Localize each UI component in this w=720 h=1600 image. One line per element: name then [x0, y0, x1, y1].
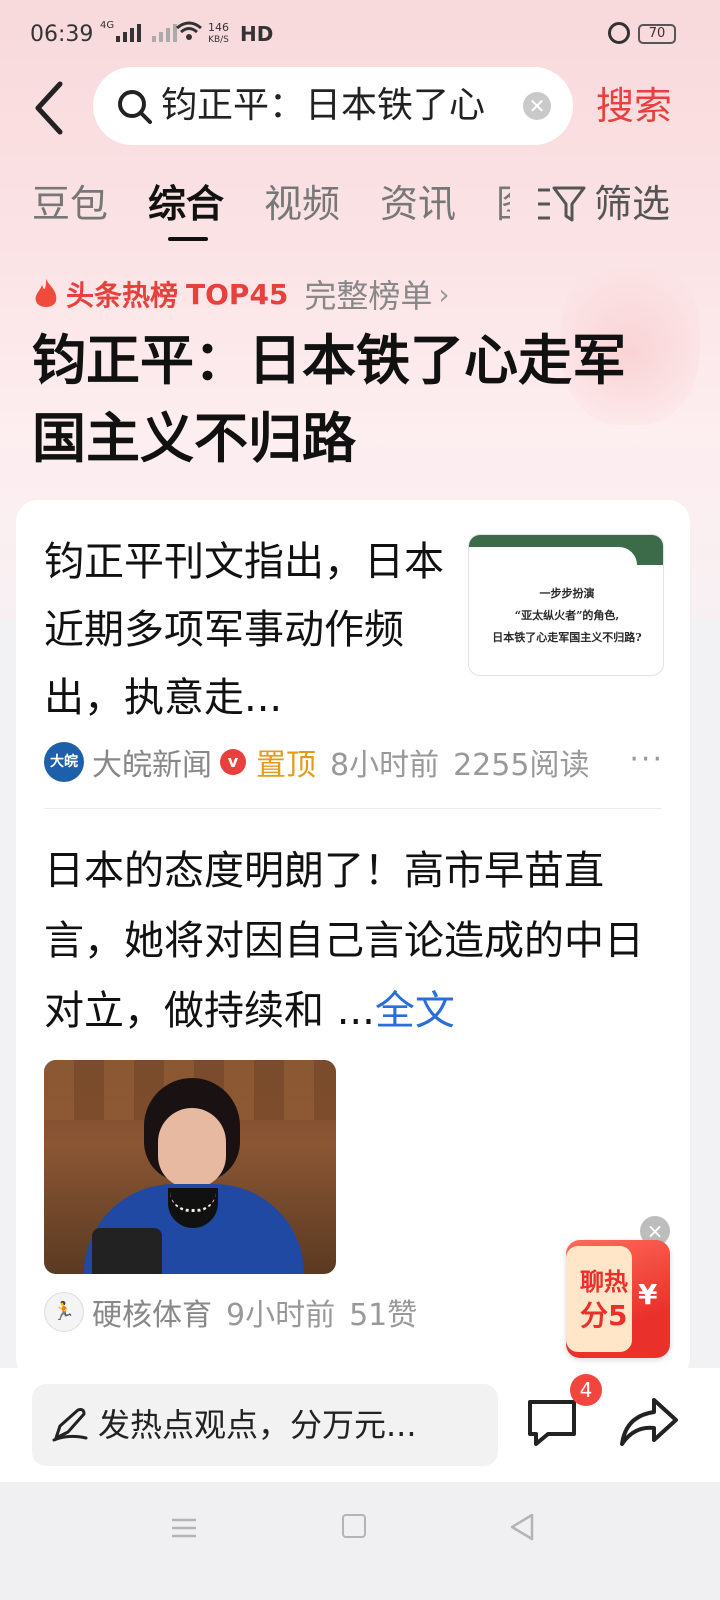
system-nav-bar: [0, 1482, 720, 1600]
search-box[interactable]: 钧正平：日本铁了心 ✕: [93, 67, 573, 145]
category-tabs: 豆包 综合 视频 资讯 图 筛选: [0, 170, 720, 250]
share-icon[interactable]: [618, 1394, 680, 1450]
bottom-action-bar: 发热点观点，分万元...: [0, 1368, 720, 1482]
article-text: 日本的态度明朗了！高市早苗直言，她将对因自己言论造成的中日对立，做持续和 ...: [44, 848, 644, 1034]
active-tab-indicator: [168, 237, 208, 241]
more-options-icon[interactable]: ···: [629, 742, 664, 777]
article-meta: 🏃 硬核体育 9小时前 51赞: [44, 1290, 417, 1334]
back-button[interactable]: [30, 78, 80, 138]
article-title[interactable]: 钧正平刊文指出，日本近期多项军事动作频出，执意走...: [44, 528, 444, 732]
source-name[interactable]: 大皖新闻: [92, 740, 212, 784]
back-arrow-icon: [35, 81, 63, 135]
search-button[interactable]: 搜索: [596, 80, 672, 132]
filter-icon: [538, 186, 586, 222]
image-person-face: [158, 1108, 226, 1188]
yen-icon: ¥: [638, 1278, 658, 1311]
divider: [44, 808, 662, 809]
comment-placeholder: 发热点观点，分万元...: [98, 1406, 417, 1444]
clear-search-icon[interactable]: ✕: [523, 92, 551, 120]
speed-value: 146: [208, 21, 229, 34]
speed-unit: KB/S: [208, 35, 229, 45]
hot-rank-row[interactable]: 头条热榜 TOP45 完整榜单 ›: [32, 271, 450, 317]
network-speed: 146 KB/S: [208, 22, 229, 46]
search-icon: [118, 90, 152, 124]
nav-back-icon[interactable]: [508, 1512, 536, 1542]
like-count: 51赞: [349, 1298, 418, 1333]
home-icon[interactable]: [342, 1514, 366, 1538]
read-full-link[interactable]: 全文: [375, 988, 455, 1034]
thumbnail-text-line: “亚太纵火者”的角色,: [514, 609, 620, 622]
full-list-link[interactable]: 完整榜单: [304, 271, 432, 317]
float-line1: 聊热: [580, 1268, 628, 1296]
tab-comprehensive[interactable]: 综合: [148, 178, 224, 230]
topic-title: 钧正平：日本铁了心走军国主义不归路: [32, 329, 626, 470]
article-thumbnail[interactable]: 一步步扮演 “亚太纵火者”的角色, 日本铁了心走军国主义不归路?: [468, 534, 664, 676]
source-name[interactable]: 硬核体育: [92, 1290, 212, 1334]
tab-doubao[interactable]: 豆包: [32, 178, 108, 230]
menu-icon[interactable]: [170, 1514, 198, 1542]
pinned-badge: 置顶: [256, 748, 316, 783]
hot-rank-position: TOP45: [186, 277, 289, 311]
network-type: 4G: [100, 20, 115, 31]
tab-news[interactable]: 资讯: [380, 178, 456, 230]
status-time: 06:39: [30, 22, 94, 47]
fire-icon: [35, 279, 57, 307]
thumbnail-text-line: 日本铁了心走军国主义不归路?: [492, 631, 642, 644]
red-envelope-float[interactable]: 聊热 分5 ¥: [566, 1240, 670, 1358]
verified-icon: v: [220, 749, 246, 775]
publish-time: 8小时前: [330, 748, 440, 783]
article-image[interactable]: [44, 1060, 336, 1274]
tab-video[interactable]: 视频: [264, 178, 340, 230]
source-avatar[interactable]: 🏃: [44, 1292, 84, 1332]
comment-input[interactable]: 发热点观点，分万元...: [32, 1384, 498, 1466]
article-meta: 大皖 大皖新闻 v 置顶 8小时前 2255阅读 ···: [44, 740, 664, 784]
pen-icon: [52, 1408, 88, 1442]
search-input[interactable]: 钧正平：日本铁了心: [161, 83, 513, 129]
signal-2-icon: [152, 24, 177, 42]
hot-rank-label: 头条热榜: [66, 279, 179, 312]
publish-time: 9小时前: [226, 1298, 336, 1333]
article-title[interactable]: 日本的态度明朗了！高市早苗直言，她将对因自己言论造成的中日对立，做持续和 ...…: [44, 836, 674, 1046]
image-microphones: [92, 1228, 162, 1274]
comments-icon[interactable]: [524, 1394, 580, 1450]
battery-icon: 70: [638, 24, 676, 44]
chevron-right-icon: ›: [438, 277, 450, 311]
read-count: 2255阅读: [453, 748, 590, 783]
alarm-icon: [608, 22, 630, 44]
tab-images[interactable]: 图: [496, 184, 510, 224]
filter-button[interactable]: 筛选: [536, 178, 670, 230]
signal-icon: [116, 24, 141, 42]
hd-indicator: HD: [240, 22, 274, 46]
float-line2: 分5: [580, 1299, 628, 1332]
wifi-icon: [175, 20, 203, 48]
source-avatar[interactable]: 大皖: [44, 742, 84, 782]
status-bar: 06:39 4G 146 KB/S HD 70: [0, 0, 720, 70]
thumbnail-text-line: 一步步扮演: [539, 587, 595, 600]
comment-count-badge: 4: [570, 1374, 602, 1406]
filter-label: 筛选: [594, 182, 671, 226]
